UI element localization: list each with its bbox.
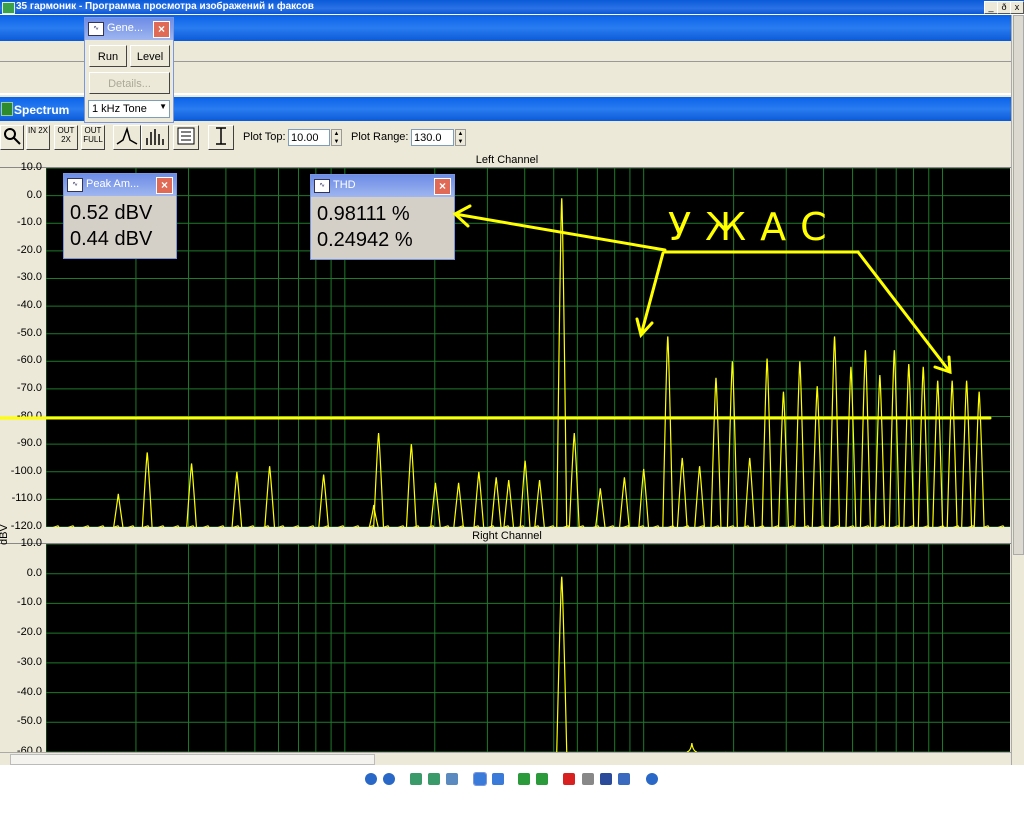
edit-icon[interactable] [618, 773, 630, 785]
slideshow-icon[interactable] [446, 773, 458, 785]
viewer-bottom-area [0, 765, 1024, 819]
rotate-counterclockwise-icon[interactable] [536, 773, 548, 785]
annotation-overlay: УЖАС [0, 204, 992, 420]
arrow-to-high-harmonics [856, 250, 952, 374]
best-fit-icon[interactable] [410, 773, 422, 785]
rotate-clockwise-icon[interactable] [518, 773, 530, 785]
arrow-to-thd [453, 212, 667, 252]
zoom-out-icon[interactable] [492, 773, 504, 785]
previous-image-icon[interactable] [365, 773, 377, 785]
print-icon[interactable] [582, 773, 594, 785]
delete-icon[interactable] [563, 773, 575, 785]
zoom-in-icon[interactable] [473, 772, 487, 786]
next-image-icon[interactable] [383, 773, 395, 785]
annotation-text: УЖАС [668, 205, 841, 249]
help-icon[interactable] [646, 773, 658, 785]
save-icon[interactable] [600, 773, 612, 785]
actual-size-icon[interactable] [428, 773, 440, 785]
